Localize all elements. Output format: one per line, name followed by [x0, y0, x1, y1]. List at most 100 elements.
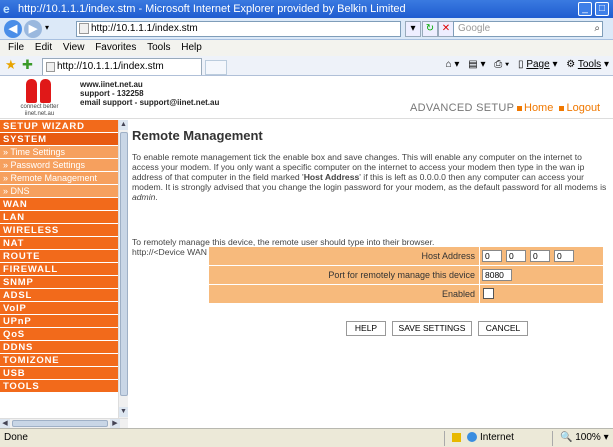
- sidebar-horizontal-scrollbar[interactable]: ◀ ▶: [0, 418, 128, 428]
- minimize-button[interactable]: _: [578, 2, 592, 16]
- enabled-checkbox[interactable]: [483, 288, 494, 299]
- sidebar-item[interactable]: DDNS: [0, 341, 118, 354]
- menu-edit[interactable]: Edit: [35, 42, 52, 53]
- header-nav: Home Logout: [517, 102, 600, 114]
- menu-view[interactable]: View: [63, 42, 85, 53]
- scroll-thumb[interactable]: [120, 132, 128, 396]
- menu-file[interactable]: File: [8, 42, 24, 53]
- search-input[interactable]: Google ⌕: [453, 21, 603, 37]
- stop-icon[interactable]: ✕: [438, 21, 454, 37]
- bullet-icon: [517, 105, 522, 111]
- logout-link[interactable]: Logout: [566, 102, 600, 114]
- sidebar-item[interactable]: ROUTE: [0, 250, 118, 263]
- security-zone: Internet: [452, 429, 514, 447]
- favorites-star-icon[interactable]: ★: [5, 58, 17, 72]
- page-icon: [79, 23, 89, 34]
- port-label: Port for remotely manage this device: [209, 266, 479, 284]
- tools-menu[interactable]: ⚙ Tools ▾: [566, 59, 609, 70]
- sidebar-item[interactable]: SETUP WIZARD: [0, 120, 118, 133]
- sidebar-item[interactable]: LAN: [0, 211, 118, 224]
- sidebar-nav: SETUP WIZARD SYSTEM» Time Settings» Passw…: [0, 120, 118, 418]
- scroll-down-icon[interactable]: ▼: [119, 407, 128, 417]
- home-link[interactable]: Home: [524, 102, 553, 114]
- forward-button[interactable]: ▶: [24, 20, 42, 38]
- sidebar-item[interactable]: TOOLS: [0, 380, 118, 393]
- hscroll-thumb[interactable]: [12, 420, 108, 427]
- page-menu[interactable]: ▯ Page ▾: [518, 59, 557, 70]
- host-address-emphasis: Host Address: [303, 172, 360, 182]
- tab-label: http://10.1.1.1/index.stm: [57, 61, 164, 72]
- sidebar-item[interactable]: » DNS: [0, 185, 118, 198]
- ie-logo-icon: e: [3, 2, 10, 16]
- sidebar-item[interactable]: VoIP: [0, 302, 118, 315]
- enabled-row: Enabled: [209, 285, 603, 303]
- sidebar-item[interactable]: » Time Settings: [0, 146, 118, 159]
- sidebar-item[interactable]: QoS: [0, 328, 118, 341]
- host-address-label: Host Address: [209, 247, 479, 265]
- sidebar-item[interactable]: SYSTEM: [0, 133, 118, 146]
- internet-zone-icon: [467, 432, 477, 443]
- host-octet-3[interactable]: 0: [530, 250, 550, 262]
- command-bar: ⌂ ▾ ▤ ▾ ⎙ ▾ ▯ Page ▾ ⚙ Tools ▾: [440, 59, 609, 70]
- address-dropdown-icon[interactable]: ▾: [405, 21, 421, 37]
- page-title: Remote Management: [132, 128, 263, 143]
- scroll-right-icon[interactable]: ▶: [110, 419, 120, 428]
- scroll-left-icon[interactable]: ◀: [0, 419, 10, 428]
- browser-tab[interactable]: http://10.1.1.1/index.stm: [42, 58, 202, 75]
- url-text: http://10.1.1.1/index.stm: [91, 23, 198, 34]
- window-title: http://10.1.1.1/index.stm - Microsoft In…: [18, 3, 406, 15]
- sidebar-vertical-scrollbar[interactable]: ▲ ▼: [118, 120, 128, 418]
- sidebar-item[interactable]: TOMIZONE: [0, 354, 118, 367]
- enabled-label: Enabled: [209, 285, 479, 303]
- menu-help[interactable]: Help: [181, 42, 202, 53]
- sidebar-item[interactable]: FIREWALL: [0, 263, 118, 276]
- logo-tagline: connect better iinet.net.au: [20, 104, 59, 117]
- maximize-button[interactable]: □: [595, 2, 609, 16]
- host-octet-2[interactable]: 0: [506, 250, 526, 262]
- search-placeholder: Google: [458, 23, 491, 34]
- bullet-icon: [559, 105, 565, 111]
- sidebar-item[interactable]: SNMP: [0, 276, 118, 289]
- section-title: ADVANCED SETUP: [410, 102, 515, 114]
- help-button[interactable]: HELP: [346, 321, 386, 336]
- home-icon[interactable]: ⌂ ▾: [446, 59, 460, 70]
- support-email[interactable]: email support - support@iinet.net.au: [80, 98, 219, 107]
- host-address-row: Host Address 0 0 0 0: [209, 247, 603, 265]
- sidebar-item[interactable]: » Password Settings: [0, 159, 118, 172]
- add-favorite-icon[interactable]: ✚: [22, 58, 33, 72]
- menu-favorites[interactable]: Favorites: [95, 42, 136, 53]
- search-icon[interactable]: ⌕: [594, 22, 600, 36]
- print-icon[interactable]: ⎙ ▾: [494, 59, 509, 70]
- sidebar-item[interactable]: WIRELESS: [0, 224, 118, 237]
- sidebar-item[interactable]: UPnP: [0, 315, 118, 328]
- address-bar: ◀ ▶ ▾ http://10.1.1.1/index.stm ▾ ↻ ✕ Go…: [0, 18, 613, 40]
- sidebar-item[interactable]: NAT: [0, 237, 118, 250]
- scroll-up-icon[interactable]: ▲: [119, 120, 128, 130]
- main-content: Remote Management To enable remote manag…: [132, 120, 610, 420]
- history-dropdown-icon[interactable]: ▾: [45, 23, 49, 32]
- contact-info: www.iinet.net.au support - 132258 email …: [80, 80, 219, 107]
- menu-tools[interactable]: Tools: [147, 42, 170, 53]
- sidebar-item[interactable]: ADSL: [0, 289, 118, 302]
- back-button[interactable]: ◀: [4, 20, 22, 38]
- port-row: Port for remotely manage this device 808…: [209, 266, 603, 284]
- sidebar-item[interactable]: USB: [0, 367, 118, 380]
- sidebar-item[interactable]: » Remote Management: [0, 172, 118, 185]
- save-settings-button[interactable]: SAVE SETTINGS: [392, 321, 472, 336]
- refresh-icon[interactable]: ↻: [422, 21, 438, 37]
- support-phone: support - 132258: [80, 89, 144, 98]
- status-text: Done: [4, 432, 28, 443]
- host-octet-1[interactable]: 0: [482, 250, 502, 262]
- status-bar: Done Internet 🔍 100% ▾: [0, 428, 613, 447]
- site-link[interactable]: www.iinet.net.au: [80, 80, 219, 89]
- cancel-button[interactable]: CANCEL: [478, 321, 528, 336]
- zoom-level[interactable]: 🔍 100% ▾: [560, 429, 609, 447]
- new-tab-button[interactable]: [205, 60, 227, 75]
- url-input[interactable]: http://10.1.1.1/index.stm: [76, 21, 401, 37]
- sidebar-item[interactable]: WAN: [0, 198, 118, 211]
- host-octet-4[interactable]: 0: [554, 250, 574, 262]
- title-bar: e http://10.1.1.1/index.stm - Microsoft …: [0, 0, 613, 18]
- feeds-icon[interactable]: ▤ ▾: [468, 59, 485, 70]
- intro-paragraph: To enable remote management tick the ena…: [132, 152, 607, 202]
- port-input[interactable]: 8080: [482, 269, 512, 281]
